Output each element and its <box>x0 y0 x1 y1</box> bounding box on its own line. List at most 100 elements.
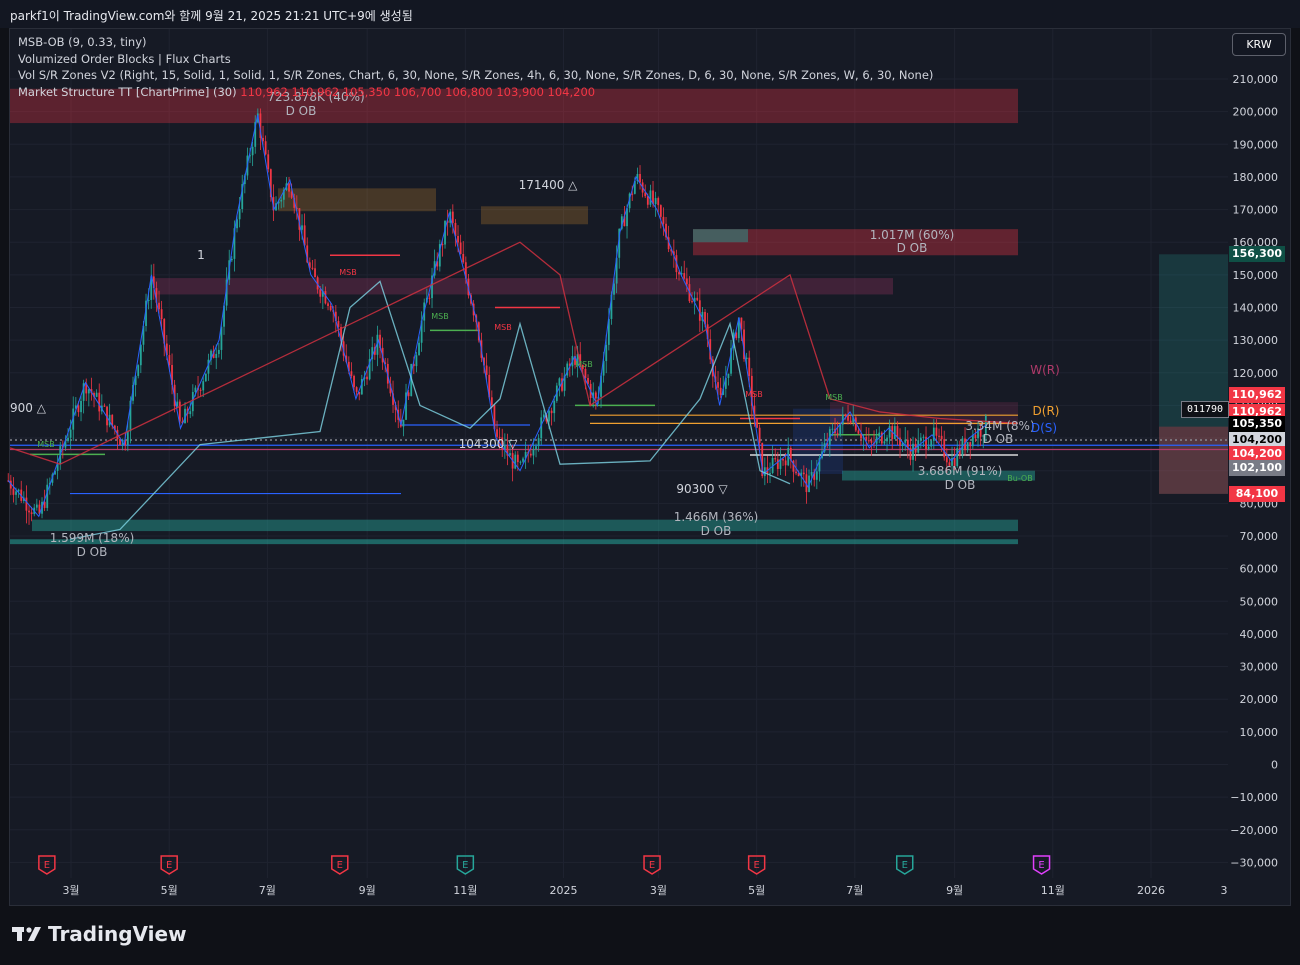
candle-body <box>769 473 771 475</box>
candle-body <box>230 258 233 261</box>
ob-zone-bull-small <box>693 229 748 243</box>
chart-annotation: D OB <box>701 524 732 538</box>
candle-body <box>415 355 418 367</box>
candle-body <box>137 365 140 376</box>
candle-body <box>25 497 28 511</box>
indicator-legend[interactable]: MSB-OB (9, 0.33, tiny) Volumized Order B… <box>18 34 933 101</box>
candle-body <box>12 488 15 495</box>
candle-body <box>35 504 38 508</box>
candle-body <box>327 303 329 306</box>
currency-button[interactable]: KRW <box>1232 33 1286 56</box>
y-tick-label: 180,000 <box>1233 171 1279 184</box>
candle-body <box>535 446 537 450</box>
candle-body <box>194 387 197 393</box>
y-tick-label: 60,000 <box>1240 563 1279 576</box>
candle-body <box>522 458 524 462</box>
trail-band-upper <box>9 241 1019 465</box>
y-tick-label: 130,000 <box>1233 334 1279 347</box>
x-tick-label: 5월 <box>161 884 178 897</box>
x-tick-label: 9월 <box>946 884 963 897</box>
candle-body <box>540 417 543 439</box>
candle-body <box>691 301 693 303</box>
y-tick-label: 10,000 <box>1240 726 1279 739</box>
candle-body <box>69 429 72 438</box>
candle-body <box>80 400 82 413</box>
candle-body <box>844 414 847 416</box>
candle-body <box>119 439 121 446</box>
earnings-marker-label: E <box>337 860 343 871</box>
candle-body <box>529 453 532 456</box>
candle-body <box>77 405 80 413</box>
candle-body <box>15 491 17 495</box>
candle-body <box>748 357 751 376</box>
candle-body <box>940 435 943 440</box>
footer-brand-text: TradingView <box>48 922 187 946</box>
candle-body <box>314 268 316 278</box>
chart-annotation: Bu-OB <box>1007 474 1032 483</box>
price-chart[interactable]: 210,000 200,000 190,000 180,000 170,000 1 60,0… <box>0 0 1300 965</box>
chart-annotation: MSB <box>745 390 762 399</box>
candle-body <box>519 461 522 463</box>
earnings-marker-label: E <box>902 860 908 871</box>
chart-annotation: D OB <box>945 478 976 492</box>
candle-body <box>350 371 353 376</box>
y-tick-label: 30,000 <box>1240 661 1279 674</box>
x-tick-label: 7월 <box>259 884 276 897</box>
candle-body <box>28 510 30 513</box>
chart-annotation: MSB <box>339 268 356 277</box>
candle-body <box>969 442 972 447</box>
candle-body <box>782 458 784 461</box>
candle-body <box>301 225 303 230</box>
chart-annotation: MSB <box>825 393 842 402</box>
legend-market-structure[interactable]: Market Structure TT [ChartPrime] (30) 11… <box>18 84 933 101</box>
candle-body <box>238 209 241 220</box>
candle-body <box>930 440 933 447</box>
candle-body <box>966 442 969 451</box>
candle-body <box>550 410 553 414</box>
chart-annotation: D OB <box>897 241 928 255</box>
legend-sr-zones[interactable]: Vol S/R Zones V2 (Right, 15, Solid, 1, S… <box>18 67 933 84</box>
candle-body <box>847 415 849 421</box>
footer-brand[interactable]: TradingView <box>12 922 187 948</box>
candle-body <box>912 443 914 460</box>
candle-body <box>639 174 641 183</box>
candle-body <box>756 419 758 428</box>
chart-annotation: 3.34M (8%) <box>965 419 1034 433</box>
y-tick-label: 40,000 <box>1240 628 1279 641</box>
legend-volumized-ob[interactable]: Volumized Order Blocks | Flux Charts <box>18 51 933 68</box>
y-tick-label: 50,000 <box>1240 595 1279 608</box>
candle-body <box>857 430 860 434</box>
candle-body <box>974 434 977 439</box>
candle-body <box>428 297 431 299</box>
candle-body <box>402 419 405 427</box>
x-tick-label: 11월 <box>453 884 477 897</box>
candle-body <box>698 300 701 321</box>
chart-annotation: MSB <box>575 360 592 369</box>
candle-body <box>355 387 358 392</box>
chart-annotation: D(R) <box>1033 404 1060 418</box>
candle-body <box>204 373 207 382</box>
candle-body <box>839 424 842 435</box>
candle-body <box>584 368 587 379</box>
candle-body <box>774 458 777 460</box>
candle-body <box>485 365 488 375</box>
y-tick-label: 70,000 <box>1240 530 1279 543</box>
candle-body <box>441 244 444 246</box>
chart-annotation: 3.686M (91%) <box>918 464 1003 478</box>
candle-body <box>288 183 290 192</box>
x-tick-label: 2025 <box>550 884 578 897</box>
earnings-marker-label: E <box>462 860 468 871</box>
chart-annotation: D OB <box>77 545 108 559</box>
chart-annotation: MSB <box>37 440 54 449</box>
bar-countdown: 011790 <box>1181 401 1229 418</box>
candle-body <box>867 440 870 442</box>
candle-body <box>945 457 948 463</box>
candle-body <box>927 446 930 450</box>
candle-body <box>407 392 410 397</box>
legend-msb-ob[interactable]: MSB-OB (9, 0.33, tiny) <box>18 34 933 51</box>
candle-body <box>324 291 327 304</box>
earnings-marker-label: E <box>44 860 50 871</box>
candle-body <box>462 254 465 263</box>
chart-annotation: 1.017M (60%) <box>870 228 955 242</box>
price-label: 110,962 <box>1229 386 1285 403</box>
